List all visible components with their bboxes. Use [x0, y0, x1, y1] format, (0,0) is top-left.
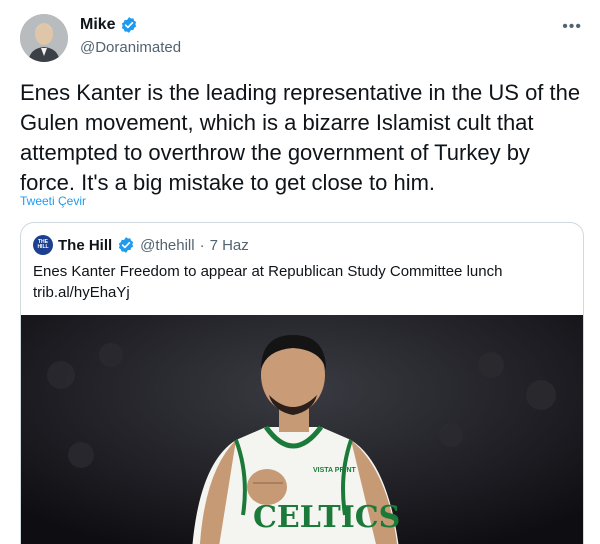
quoted-link[interactable]: trib.al/hyEhaYj — [33, 282, 573, 303]
avatar[interactable] — [20, 14, 68, 62]
translate-tweet-link[interactable]: Tweeti Çevir — [20, 194, 86, 208]
quoted-avatar: THE HILL — [33, 235, 53, 255]
jersey-brand-text: VISTA PRINT — [313, 467, 357, 474]
jersey-text: CELTICS — [253, 500, 400, 535]
more-options-icon[interactable]: ••• — [562, 18, 582, 36]
quoted-text: Enes Kanter Freedom to appear at Republi… — [33, 261, 573, 303]
avatar-image — [20, 14, 68, 62]
quoted-date: 7 Haz — [209, 236, 249, 254]
tweet-card: Mike @Doranimated ••• Enes Kanter is the… — [0, 0, 600, 544]
quoted-tweet-header: THE HILL The Hill @thehill · 7 Haz — [33, 235, 249, 255]
tweet-text: Enes Kanter is the leading representativ… — [20, 80, 581, 195]
quoted-tweet[interactable]: THE HILL The Hill @thehill · 7 Haz Enes … — [20, 222, 584, 544]
display-name[interactable]: Mike — [80, 16, 116, 34]
quoted-separator: · — [199, 236, 205, 254]
quoted-verified-badge-icon — [119, 237, 134, 253]
quoted-display-name: The Hill — [58, 236, 113, 254]
quoted-media-photo[interactable]: VISTA PRINT CELTICS — [21, 315, 583, 544]
quoted-avatar-logo-text: THE HILL — [37, 239, 49, 250]
basketball-player-photo: VISTA PRINT CELTICS — [21, 315, 583, 544]
verified-badge-icon — [121, 17, 136, 33]
author-name-row: Mike — [80, 16, 138, 34]
author-handle[interactable]: @Doranimated — [80, 39, 181, 56]
quoted-handle: @thehill — [140, 236, 195, 254]
quoted-text-line: Enes Kanter Freedom to appear at Republi… — [33, 263, 503, 280]
